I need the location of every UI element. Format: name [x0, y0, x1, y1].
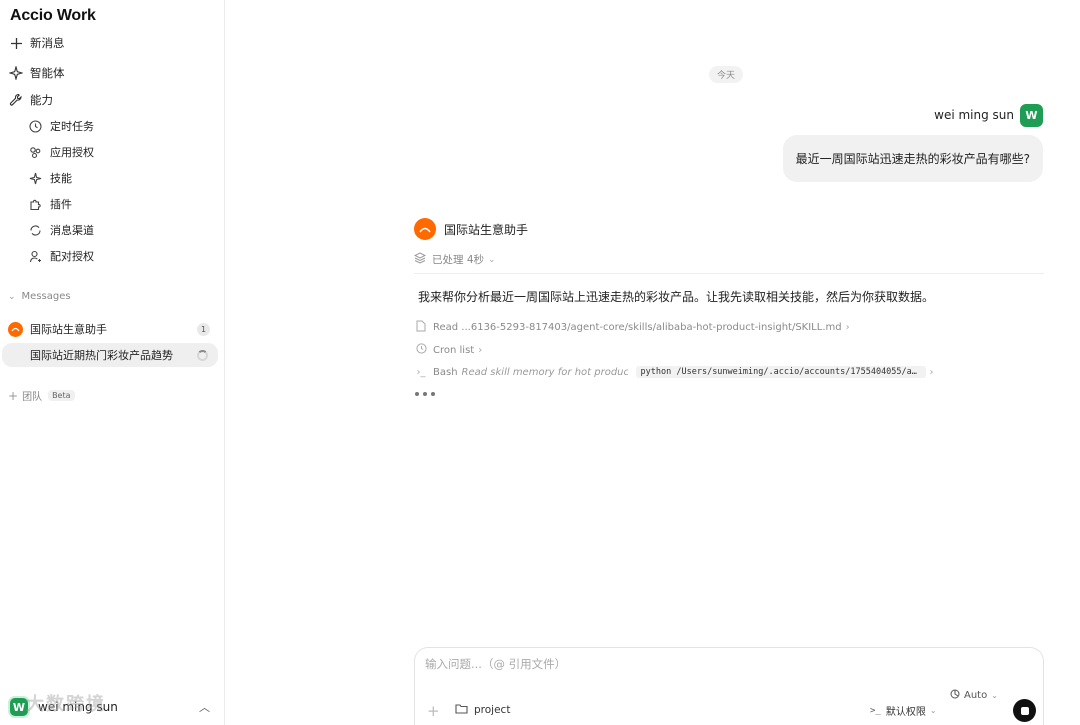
chevron-down-icon: ⌄ [8, 291, 16, 302]
folder-icon [455, 703, 468, 717]
processing-status-toggle[interactable]: 已处理 4秒 ⌄ [413, 252, 496, 267]
nav-label: 消息渠道 [50, 224, 94, 237]
sync-icon [28, 223, 42, 237]
nav-app-authorization[interactable]: 应用授权 [28, 141, 94, 163]
chat-area: 今天 wei ming sun W 最近一周国际站迅速走热的彩妆产品有哪些? 国… [226, 0, 1080, 725]
composer: + project Auto ⌄ >_ 默认权限 ⌄ [414, 647, 1044, 725]
chevron-down-icon: ⌄ [929, 706, 937, 715]
message-input[interactable] [425, 657, 925, 671]
chevron-right-icon: › [478, 344, 483, 356]
tool-call-bash[interactable]: ›_ Bash Read skill memory for hot produc… [415, 366, 934, 378]
user-message-bubble: 最近一周国际站迅速走热的彩妆产品有哪些? [782, 135, 1043, 182]
chevron-down-icon: ⌄ [991, 691, 998, 700]
section-label: Messages [21, 291, 71, 302]
typing-indicator [415, 392, 439, 396]
nav-label: 技能 [50, 172, 72, 185]
nav-label: 定时任务 [50, 120, 94, 133]
assistant-header: 国际站生意助手 [414, 218, 528, 240]
auto-icon [950, 689, 960, 702]
nav-message-channels[interactable]: 消息渠道 [28, 219, 94, 241]
user-key-icon [28, 249, 42, 263]
conversation-label: 国际站生意助手 [30, 323, 107, 336]
nav-agents[interactable]: 智能体 [8, 62, 65, 84]
chevron-right-icon: › [845, 322, 850, 333]
nav-label: 能力 [30, 93, 53, 107]
apps-icon [28, 145, 42, 159]
tool-label: Read ...6136-5293-817403/agent-core/skil… [433, 322, 842, 333]
assistant-avatar-icon [414, 218, 436, 240]
nav-label: 配对授权 [50, 250, 94, 263]
chevron-up-icon: ︿ [199, 701, 210, 714]
tool-call-read[interactable]: Read ...6136-5293-817403/agent-core/skil… [415, 320, 850, 335]
project-label: project [474, 704, 511, 716]
new-message-button[interactable]: 新消息 [8, 32, 65, 54]
conversation-label: 国际站近期热门彩妆产品趋势 [30, 349, 173, 362]
sparkle-icon [28, 171, 42, 185]
conversation-item[interactable]: 国际站生意助手 1 [8, 318, 218, 340]
add-attachment-button[interactable]: + [427, 702, 440, 720]
chevron-right-icon: › [929, 366, 934, 378]
tool-label: Bash [433, 366, 458, 378]
user-avatar: W [8, 696, 30, 718]
nav-label: 插件 [50, 198, 72, 211]
model-label: Auto [964, 690, 988, 701]
team-button[interactable]: + 团队 Beta [8, 388, 75, 403]
date-separator: 今天 [709, 66, 744, 83]
user-name: wei ming sun [38, 700, 118, 714]
assistant-name: 国际站生意助手 [444, 222, 529, 237]
nav-label: 应用授权 [50, 146, 94, 159]
nav-capabilities[interactable]: 能力 [8, 89, 53, 111]
sidebar: Accio Work 新消息 智能体 能力 定时任务 应用授权 技能 插件 消息… [0, 0, 225, 725]
user-avatar: W [1020, 104, 1043, 127]
assistant-avatar-icon [8, 321, 23, 337]
processing-label: 已处理 4秒 [432, 254, 485, 266]
clock-icon [415, 343, 427, 357]
unread-badge: 1 [197, 322, 210, 336]
nav-skills[interactable]: 技能 [28, 167, 72, 189]
terminal-icon: ›_ [416, 366, 426, 378]
sparkle-icon [8, 65, 24, 81]
clock-icon [28, 119, 42, 133]
assistant-message: 我来帮你分析最近一周国际站上迅速走热的彩妆产品。让我先读取相关技能，然后为你获取… [418, 290, 935, 304]
nav-pairing-authorization[interactable]: 配对授权 [28, 245, 94, 267]
project-selector[interactable]: project [455, 703, 510, 717]
nav-label: 新消息 [30, 36, 65, 50]
team-label: 团队 [22, 392, 43, 403]
messages-section-toggle[interactable]: ⌄ Messages [8, 291, 71, 302]
loading-spinner-icon [197, 349, 208, 361]
tool-call-cron[interactable]: Cron list › [415, 343, 482, 357]
divider [414, 273, 1044, 274]
beta-badge: Beta [48, 390, 75, 401]
plus-icon: + [8, 388, 19, 403]
stop-icon [1020, 706, 1029, 715]
permission-selector[interactable]: >_ 默认权限 ⌄ [870, 703, 937, 719]
stop-button[interactable] [1013, 699, 1036, 722]
app-logo: Accio Work [10, 7, 96, 24]
nav-label: 智能体 [30, 66, 65, 80]
terminal-icon: >_ [870, 705, 881, 716]
tool-command: python /Users/sunweiming/.accio/accounts… [635, 366, 926, 378]
wrench-icon [8, 92, 24, 108]
tool-label: Cron list [433, 344, 475, 356]
conversation-item-active[interactable]: 国际站近期热门彩妆产品趋势 [2, 343, 218, 367]
user-name: wei ming sun [934, 108, 1014, 122]
nav-plugins[interactable]: 插件 [28, 193, 72, 215]
puzzle-icon [28, 197, 42, 211]
nav-scheduled-tasks[interactable]: 定时任务 [28, 115, 94, 137]
chevron-down-icon: ⌄ [488, 254, 496, 265]
file-icon [415, 320, 427, 335]
layers-icon [413, 252, 427, 267]
plus-icon [8, 35, 24, 51]
permission-label: 默认权限 [885, 707, 926, 718]
tool-detail: Read skill memory for hot product insig [461, 366, 628, 378]
user-menu-button[interactable]: W wei ming sun ︿ [8, 694, 216, 720]
model-selector[interactable]: Auto ⌄ [950, 689, 998, 702]
